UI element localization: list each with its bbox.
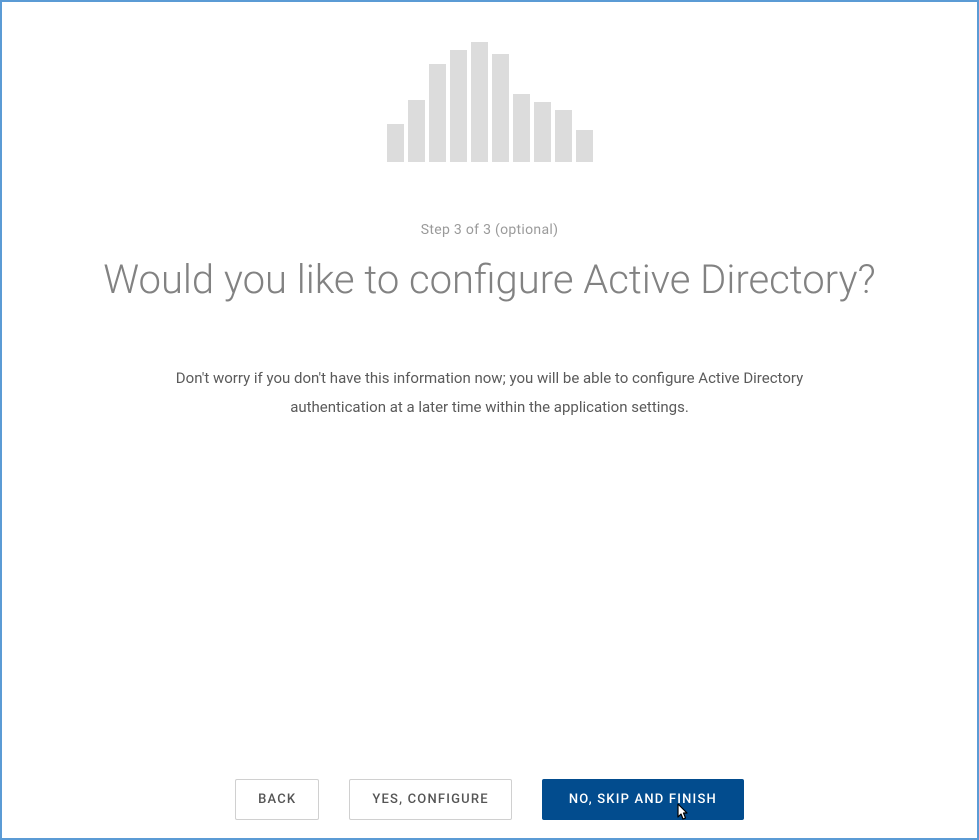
yes-configure-button[interactable]: Yes, Configure [349,779,512,820]
wizard-button-row: Back Yes, Configure No, Skip and Finish [2,779,977,820]
page-title: Would you like to configure Active Direc… [93,256,885,304]
step-indicator: Step 3 of 3 (optional) [421,222,559,238]
logo-bar [492,54,509,162]
logo-bar [576,130,593,162]
setup-wizard-step: Step 3 of 3 (optional) Would you like to… [2,2,977,838]
logo-bar [471,42,488,162]
logo-bar [555,110,572,162]
logo-bars-icon [387,42,593,162]
no-skip-finish-button[interactable]: No, Skip and Finish [542,779,744,820]
page-description: Don't worry if you don't have this infor… [110,364,870,421]
logo-bar [429,64,446,162]
logo-bar [450,50,467,162]
logo-bar [387,124,404,162]
logo-bar [513,94,530,162]
logo-bar [408,100,425,162]
back-button[interactable]: Back [235,779,319,820]
logo-bar [534,102,551,162]
